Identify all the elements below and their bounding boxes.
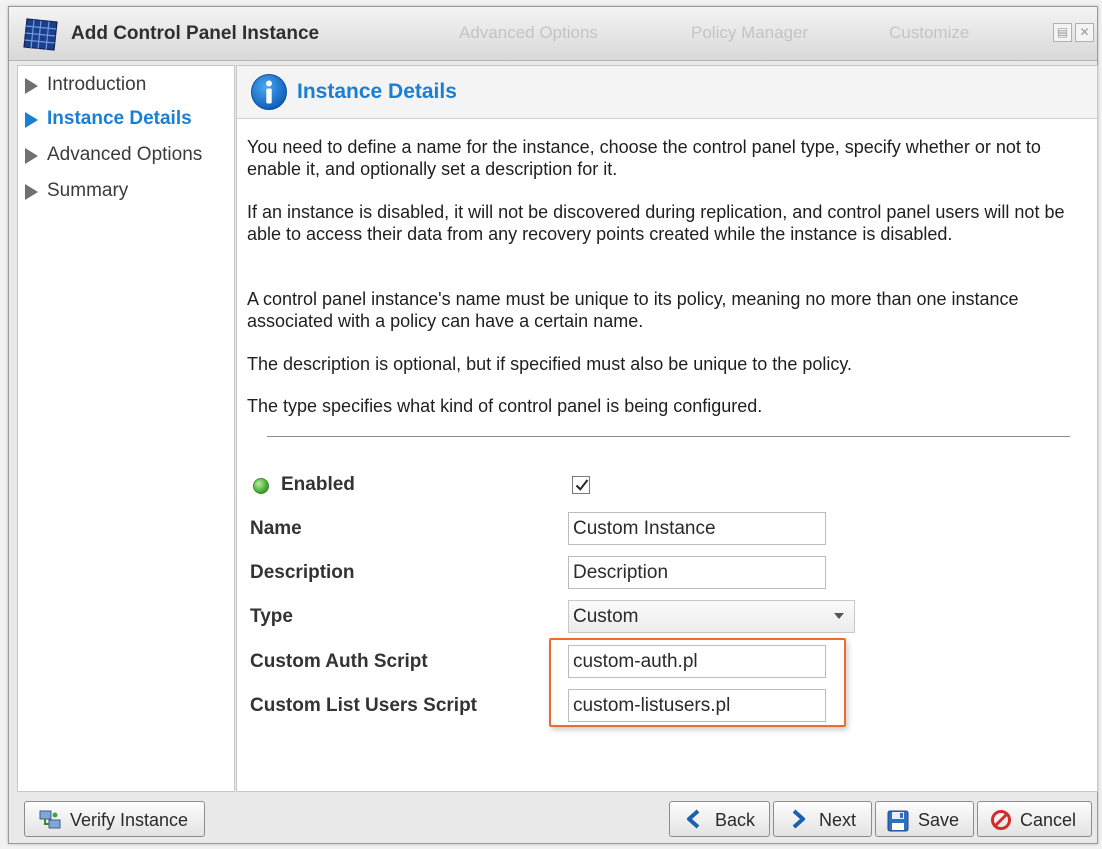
help-paragraph: If an instance is disabled, it will not … (247, 202, 1065, 244)
next-button[interactable]: Next (773, 801, 872, 837)
panel-header: Instance Details (237, 66, 1097, 119)
verify-instance-button[interactable]: Verify Instance (24, 801, 205, 837)
background-menu-ghost: Policy Manager (691, 23, 809, 42)
back-button[interactable]: Back (669, 801, 770, 837)
enabled-label: Enabled (281, 474, 355, 495)
help-paragraph: The description is optional, but if spec… (247, 354, 853, 374)
name-field[interactable] (568, 512, 826, 545)
network-icon (39, 810, 61, 829)
title-bar[interactable]: Add Control Panel Instance Advanced Opti… (9, 7, 1097, 61)
nav-item-label: Advanced Options (47, 144, 203, 165)
chevron-down-icon (834, 613, 844, 619)
cancel-button[interactable]: Cancel (977, 801, 1092, 837)
divider (267, 436, 1070, 437)
help-paragraph: You need to define a name for the instan… (247, 137, 1041, 179)
info-icon (251, 74, 287, 110)
instance-details-panel: Instance Details You need to define a na… (236, 65, 1098, 792)
next-label: Next (819, 810, 857, 830)
close-button[interactable]: ✕ (1075, 23, 1094, 42)
maximize-icon: ▤ (1056, 25, 1069, 39)
help-paragraph: A control panel instance's name must be … (247, 289, 1019, 331)
triangle-right-icon (25, 112, 38, 128)
back-label: Back (715, 810, 756, 830)
help-paragraph: The type specifies what kind of control … (247, 396, 763, 416)
dialog-title: Add Control Panel Instance (71, 23, 320, 44)
nav-item-label: Instance Details (47, 108, 192, 129)
triangle-right-icon (25, 184, 38, 200)
background-menu-ghost: Advanced Options (459, 23, 598, 42)
nav-item-introduction[interactable]: Introduction (18, 72, 234, 100)
enabled-status-icon (253, 478, 269, 494)
enabled-checkbox[interactable] (572, 476, 590, 494)
checkmark-icon (575, 479, 589, 491)
maximize-button[interactable]: ▤ (1053, 23, 1072, 42)
arrow-left-icon (687, 809, 700, 829)
type-label: Type (250, 606, 293, 627)
nav-item-advanced-options[interactable]: Advanced Options (18, 142, 234, 170)
type-select-value: Custom (573, 606, 639, 627)
custom-auth-script-label: Custom Auth Script (250, 651, 428, 672)
nav-item-label: Introduction (47, 74, 147, 95)
background-menu-ghost: Customize (889, 23, 970, 42)
save-button[interactable]: Save (875, 801, 974, 837)
highlight-annotation (549, 638, 846, 727)
panel-title: Instance Details (297, 80, 457, 103)
description-label: Description (250, 562, 355, 583)
wizard-steps-nav: Introduction Instance Details Advanced O… (17, 65, 235, 792)
custom-list-users-script-label: Custom List Users Script (250, 695, 477, 716)
floppy-disk-icon (887, 810, 909, 832)
triangle-right-icon (25, 148, 38, 164)
triangle-right-icon (25, 78, 38, 94)
nav-item-label: Summary (47, 180, 129, 201)
name-label: Name (250, 518, 302, 539)
add-control-panel-instance-dialog: Add Control Panel Instance Advanced Opti… (8, 6, 1098, 844)
arrow-right-icon (792, 809, 805, 829)
nav-item-instance-details[interactable]: Instance Details (18, 106, 234, 134)
close-icon: ✕ (1079, 25, 1090, 39)
solar-panel-icon (23, 18, 58, 51)
cancel-label: Cancel (1020, 810, 1077, 830)
dialog-footer: Verify Instance Back Next Save Cancel (9, 793, 1097, 843)
nav-item-summary[interactable]: Summary (18, 178, 234, 206)
no-entry-icon (991, 810, 1011, 830)
save-label: Save (918, 810, 960, 830)
description-field[interactable] (568, 556, 826, 589)
verify-instance-label: Verify Instance (70, 810, 189, 830)
type-select[interactable]: Custom (568, 600, 855, 633)
